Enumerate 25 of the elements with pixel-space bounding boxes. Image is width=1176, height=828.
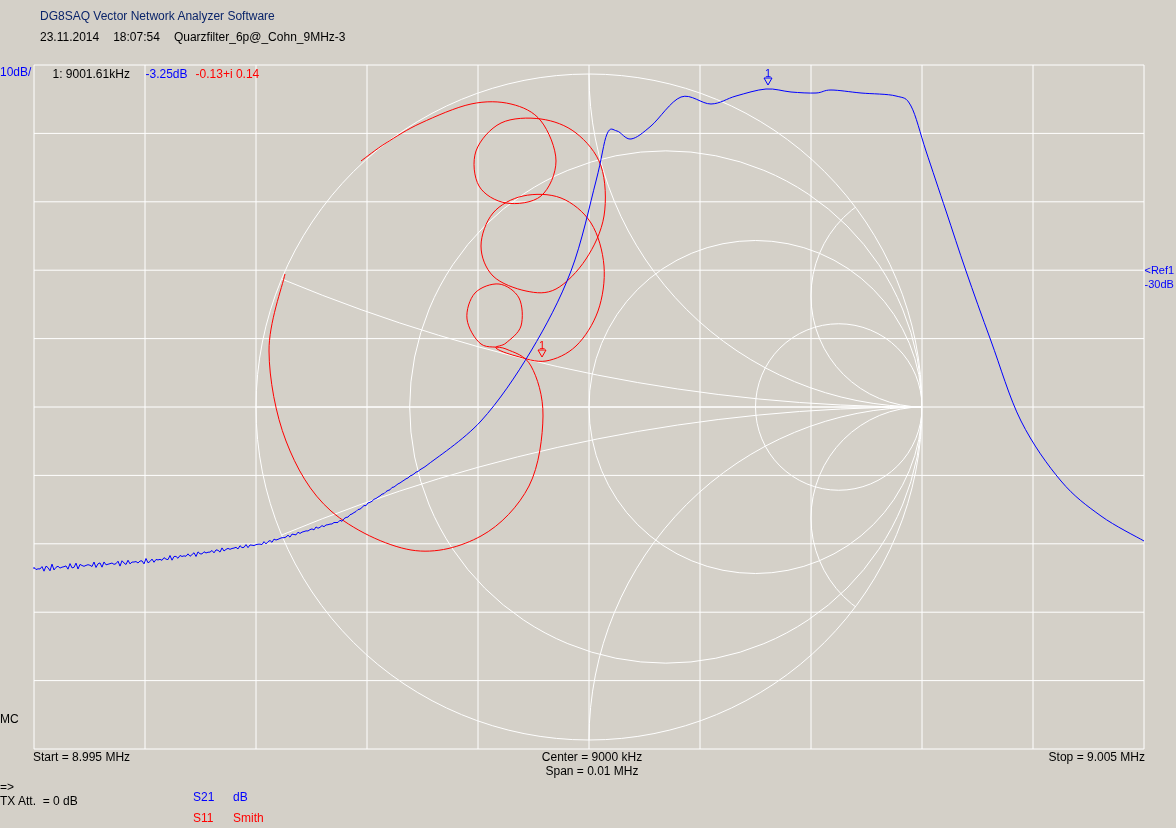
time-text: 18:07:54 xyxy=(113,30,160,45)
scale-label: 10dB/ xyxy=(0,65,33,80)
marker-frequency: 1: 9001.61kHz xyxy=(52,67,131,82)
date-text: 23.11.2014 xyxy=(40,30,100,45)
tx-attenuation: TX Att. = 0 dB xyxy=(0,794,79,809)
marker-icon xyxy=(537,349,546,358)
arrow-text: => xyxy=(0,780,15,795)
marker-value: -3.25dB xyxy=(145,67,188,82)
reference-name: <Ref1 xyxy=(1144,263,1176,277)
marker-value: -0.13+i 0.14 xyxy=(195,67,260,82)
span-frequency: Span = 0.01 MHz xyxy=(545,764,639,779)
marker-icon xyxy=(763,77,772,86)
start-frequency: Start = 8.995 MHz xyxy=(33,750,131,766)
trace-parameter: S11 xyxy=(193,811,215,826)
marker-label: 1 xyxy=(538,339,545,351)
file-name: Quarzfilter_6p@_Cohn_9MHz-3 xyxy=(173,30,346,45)
stop-frequency: Stop = 9.005 MHz xyxy=(1048,750,1145,766)
marker-label: 1 xyxy=(764,67,771,79)
mode-label: MC xyxy=(0,711,20,726)
center-frequency: Center = 9000 kHz xyxy=(541,750,643,765)
window-title: DG8SAQ Vector Network Analyzer Software xyxy=(40,9,276,24)
trace-parameter: S21 xyxy=(193,790,216,805)
trace-format: Smith xyxy=(233,811,265,826)
trace-format: dB xyxy=(233,790,249,805)
reference-value: -30dB xyxy=(1144,277,1175,291)
